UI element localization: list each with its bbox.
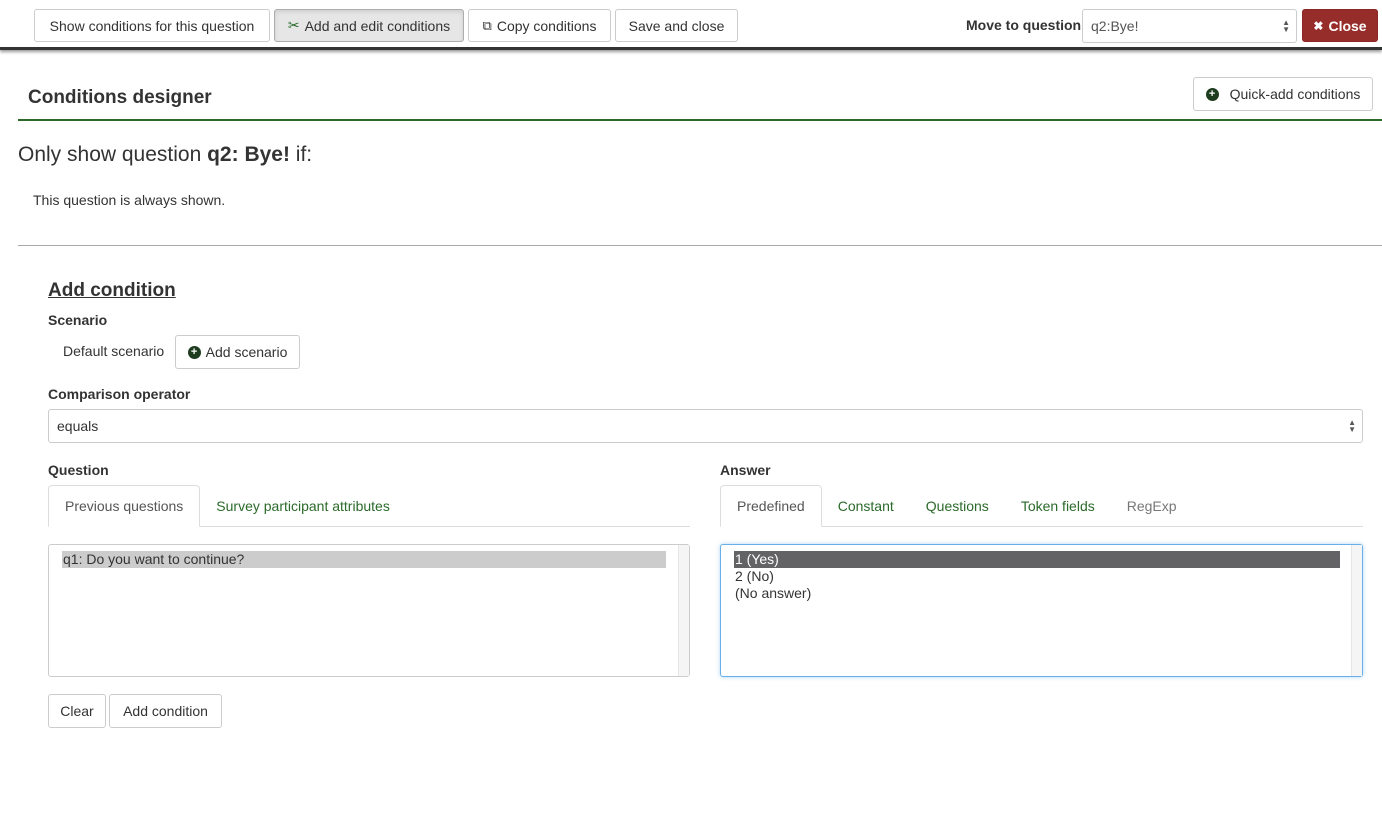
button-label: Quick-add conditions <box>1229 86 1361 102</box>
button-label: Add scenario <box>205 344 288 360</box>
answer-option[interactable]: 1 (Yes) <box>734 551 1340 568</box>
condition-status: This question is always shown. <box>33 192 226 208</box>
add-scenario-button[interactable]: + Add scenario <box>175 335 300 369</box>
tab-questions[interactable]: Questions <box>910 485 1005 527</box>
button-label: Copy conditions <box>496 17 597 34</box>
question-option[interactable]: q1: Do you want to continue? <box>62 551 666 568</box>
question-label: Question <box>48 462 109 478</box>
plus-circle-icon: + <box>1205 87 1219 101</box>
comparison-operator-select[interactable]: equals ▲ ▼ <box>48 409 1363 443</box>
tab-regexp[interactable]: RegExp <box>1111 485 1193 527</box>
summary-question: q2: Bye! <box>207 143 290 166</box>
summary-suffix: if: <box>289 143 313 166</box>
button-label: Show conditions for this question <box>49 17 255 34</box>
button-label: Close <box>1328 17 1367 34</box>
close-button[interactable]: ✖ Close <box>1302 9 1378 42</box>
top-toolbar: Show conditions for this question ✂ Add a… <box>0 0 1382 50</box>
summary-prefix: Only show question <box>18 143 208 166</box>
operator-label: Comparison operator <box>48 386 191 402</box>
select-arrows-icon: ▲ ▼ <box>1348 418 1356 434</box>
copy-icon: ⧉ <box>482 17 492 33</box>
move-to-question-label: Move to question: <box>966 17 1086 33</box>
scissors-icon: ✂ <box>287 17 300 33</box>
answer-list[interactable]: 1 (Yes) 2 (No) (No answer) <box>720 544 1363 677</box>
add-edit-conditions-button[interactable]: ✂ Add and edit conditions <box>274 9 464 42</box>
show-conditions-button[interactable]: Show conditions for this question <box>34 9 270 42</box>
button-label: Clear <box>60 703 94 719</box>
scrollbar[interactable] <box>1351 545 1362 676</box>
select-value: q2:Bye! <box>1091 18 1139 34</box>
page-title: Conditions designer <box>28 87 212 108</box>
condition-summary-heading: Only show question q2: Bye! if: <box>18 143 312 167</box>
select-arrows-icon: ▲ ▼ <box>1282 18 1290 34</box>
add-condition-button[interactable]: Add condition <box>109 694 222 728</box>
answer-tabs: Predefined Constant Questions Token fiel… <box>720 485 1363 527</box>
answer-option[interactable]: (No answer) <box>734 585 1350 602</box>
scrollbar[interactable] <box>678 545 689 676</box>
question-tabs: Previous questions Survey participant at… <box>48 485 690 527</box>
clear-button[interactable]: Clear <box>48 694 106 728</box>
button-label: Add condition <box>123 703 208 719</box>
button-label: Save and close <box>628 17 725 34</box>
select-value: equals <box>57 418 99 434</box>
scenario-value: Default scenario <box>63 343 165 359</box>
quick-add-conditions-button[interactable]: + Quick-add conditions <box>1193 77 1373 111</box>
add-condition-title: Add condition <box>48 280 176 301</box>
move-to-question-select[interactable]: q2:Bye! ▲ ▼ <box>1082 9 1297 43</box>
question-list[interactable]: q1: Do you want to continue? <box>48 544 690 677</box>
header-divider <box>18 119 1382 121</box>
tab-participant-attributes[interactable]: Survey participant attributes <box>200 485 406 527</box>
plus-circle-icon: + <box>187 345 201 359</box>
tab-token-fields[interactable]: Token fields <box>1005 485 1111 527</box>
section-divider <box>18 245 1382 246</box>
tab-constant[interactable]: Constant <box>822 485 910 527</box>
button-label: Add and edit conditions <box>304 17 451 34</box>
tab-predefined[interactable]: Predefined <box>720 485 822 527</box>
close-icon: ✖ <box>1313 18 1324 33</box>
copy-conditions-button[interactable]: ⧉ Copy conditions <box>468 9 611 42</box>
answer-label: Answer <box>720 462 771 478</box>
answer-option[interactable]: 2 (No) <box>734 568 1350 585</box>
scenario-label: Scenario <box>48 312 108 328</box>
save-close-button[interactable]: Save and close <box>615 9 738 42</box>
tab-previous-questions[interactable]: Previous questions <box>48 485 201 527</box>
